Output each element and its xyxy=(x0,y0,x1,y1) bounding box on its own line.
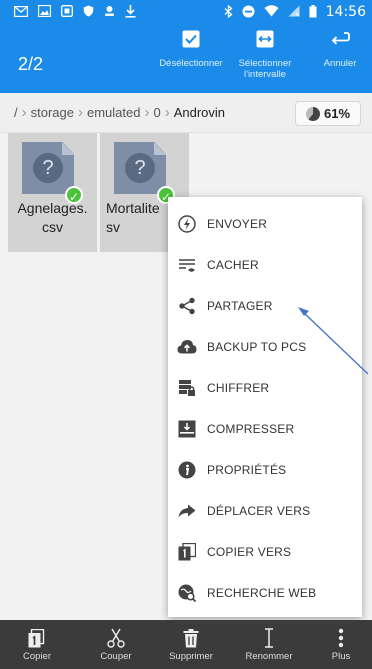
context-menu: ENVOYER CACHER PARTAGER BACKUP TO PCS CH… xyxy=(168,197,362,617)
breadcrumb: / › storage › emulated › 0 › Androvin 61… xyxy=(0,93,372,133)
cancel-button[interactable]: Annuler xyxy=(314,28,366,69)
hide-icon xyxy=(177,255,197,275)
select-range-label: Sélectionner l'intervalle xyxy=(238,58,292,80)
share-icon xyxy=(177,296,197,316)
cloud-upload-icon xyxy=(177,337,197,357)
bluetooth-icon xyxy=(224,4,233,20)
copy-label: Copier xyxy=(23,651,51,662)
breadcrumb-storage[interactable]: storage xyxy=(31,105,74,120)
file-item[interactable]: ? ✓ Agnelages. csv xyxy=(8,133,97,252)
gmail-icon xyxy=(13,5,29,19)
select-range-button[interactable]: Sélectionner l'intervalle xyxy=(232,28,298,80)
chevron-right-icon: › xyxy=(21,104,27,121)
wifi-icon xyxy=(264,5,279,19)
menu-item-cacher[interactable]: CACHER xyxy=(168,244,362,285)
breadcrumb-root[interactable]: / xyxy=(14,105,18,120)
cancel-label: Annuler xyxy=(323,58,357,69)
menu-item-envoyer[interactable]: ENVOYER xyxy=(168,203,362,244)
return-icon xyxy=(329,28,351,50)
menu-item-backup-to-pcs[interactable]: BACKUP TO PCS xyxy=(168,326,362,367)
deselect-button[interactable]: Désélectionner xyxy=(155,28,227,69)
menu-item-deplacer-vers[interactable]: DÉPLACER VERS xyxy=(168,490,362,531)
device-icon xyxy=(61,5,73,19)
menu-item-label: COMPRESSER xyxy=(207,421,295,436)
face-icon xyxy=(104,5,115,19)
breadcrumb-emulated[interactable]: emulated xyxy=(87,105,140,120)
copy-button[interactable]: Copier xyxy=(2,625,72,662)
unknown-file-icon: ? ✓ xyxy=(22,142,83,204)
menu-item-label: COPIER VERS xyxy=(207,544,292,559)
signal-icon xyxy=(288,5,300,19)
storage-percent: 61% xyxy=(323,106,351,121)
scissors-icon xyxy=(81,625,151,651)
menu-item-compresser[interactable]: COMPRESSER xyxy=(168,408,362,449)
rename-label: Renommer xyxy=(245,651,293,662)
menu-item-label: DÉPLACER VERS xyxy=(207,503,311,518)
menu-item-label: CACHER xyxy=(207,257,259,272)
menu-item-recherche-web[interactable]: RECHERCHE WEB xyxy=(168,572,362,613)
menu-item-partager[interactable]: PARTAGER xyxy=(168,285,362,326)
delete-label: Supprimer xyxy=(169,651,213,662)
trash-icon xyxy=(156,625,226,651)
breadcrumb-androvin[interactable]: Androvin xyxy=(174,105,225,120)
menu-item-label: BACKUP TO PCS xyxy=(207,339,307,354)
info-icon xyxy=(177,460,197,480)
battery-icon xyxy=(309,4,317,20)
more-label: Plus xyxy=(331,651,351,662)
chevron-right-icon: › xyxy=(164,104,170,121)
download-icon xyxy=(125,4,136,20)
chevron-right-icon: › xyxy=(144,104,150,121)
send-icon xyxy=(177,214,197,234)
rename-button[interactable]: Renommer xyxy=(234,625,304,662)
image-icon xyxy=(37,4,52,19)
text-cursor-icon xyxy=(234,625,304,651)
dnd-icon xyxy=(242,5,255,20)
copy-to-icon xyxy=(177,542,197,562)
selection-count: 2/2 xyxy=(18,54,44,74)
copy-icon xyxy=(2,625,72,651)
checkbox-icon xyxy=(180,28,202,50)
file-name: Agnelages. csv xyxy=(17,200,88,235)
more-vertical-icon xyxy=(306,625,372,651)
encrypt-icon xyxy=(177,378,197,398)
status-time: 14:56 xyxy=(325,4,366,20)
compress-icon xyxy=(177,419,197,439)
breadcrumb-0[interactable]: 0 xyxy=(153,105,160,120)
more-button[interactable]: Plus xyxy=(306,625,372,662)
storage-usage-badge[interactable]: 61% xyxy=(295,101,361,126)
range-select-icon xyxy=(254,28,276,50)
menu-item-copier-vers[interactable]: COPIER VERS xyxy=(168,531,362,572)
menu-item-label: RECHERCHE WEB xyxy=(207,585,317,600)
cut-label: Couper xyxy=(100,651,132,662)
unknown-file-icon: ? ✓ xyxy=(114,142,175,204)
menu-item-label: PARTAGER xyxy=(207,298,273,313)
selection-action-bar: 2/2 Désélectionner Sélectionner l'interv… xyxy=(0,24,372,93)
move-icon xyxy=(177,501,197,521)
delete-button[interactable]: Supprimer xyxy=(156,625,226,662)
menu-item-label: ENVOYER xyxy=(207,216,268,231)
status-bar: 14:56 xyxy=(0,0,372,24)
menu-item-proprietes[interactable]: PROPRIÉTÉS xyxy=(168,449,362,490)
menu-item-chiffrer[interactable]: CHIFFRER xyxy=(168,367,362,408)
pie-chart-icon xyxy=(305,106,320,121)
web-search-icon xyxy=(177,583,197,603)
menu-item-label: CHIFFRER xyxy=(207,380,270,395)
menu-item-label: PROPRIÉTÉS xyxy=(207,462,287,477)
shield-icon xyxy=(83,5,94,19)
deselect-label: Désélectionner xyxy=(159,58,223,69)
chevron-right-icon: › xyxy=(78,104,83,121)
cut-button[interactable]: Couper xyxy=(81,625,151,662)
bottom-toolbar: Copier Couper Supprimer Renommer Plus xyxy=(0,620,372,669)
